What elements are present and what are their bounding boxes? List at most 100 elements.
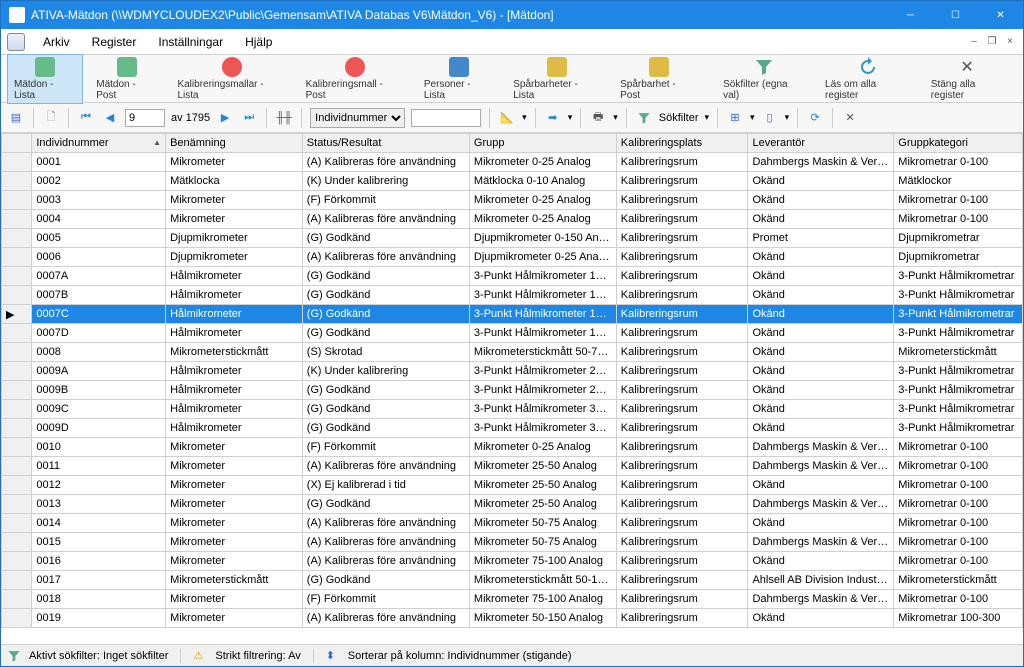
cell[interactable]: (A) Kalibreras före användning (302, 514, 469, 533)
cell[interactable]: Mikrometrar 100-300 (894, 609, 1023, 628)
cell[interactable]: 0008 (32, 343, 166, 362)
cell[interactable] (2, 533, 32, 552)
cell[interactable]: Okänd (748, 191, 894, 210)
cell[interactable]: Kalibreringsrum (616, 514, 748, 533)
cell[interactable]: 0004 (32, 210, 166, 229)
cell[interactable]: Mikrometrar 0-100 (894, 191, 1023, 210)
cell[interactable] (2, 153, 32, 172)
arrow-right-icon[interactable]: ➡ (544, 109, 562, 127)
col-header[interactable]: Grupp (469, 134, 616, 153)
table-row[interactable]: 0007BHålmikrometer(G) Godkänd3-Punkt Hål… (2, 286, 1023, 305)
cell[interactable]: Mikrometrar 0-100 (894, 457, 1023, 476)
cell[interactable] (2, 457, 32, 476)
matdon-post-button[interactable]: Mätdon - Post (89, 54, 164, 104)
cell[interactable]: Mikrometer 0-25 Analog (469, 438, 616, 457)
cell[interactable]: 0018 (32, 590, 166, 609)
cell[interactable]: Hålmikrometer (166, 286, 303, 305)
cell[interactable]: (X) Ej kalibrerad i tid (302, 476, 469, 495)
cell[interactable]: Mikrometer 75-100 Analog (469, 590, 616, 609)
cell[interactable]: (K) Under kalibrering (302, 362, 469, 381)
delete-icon[interactable]: ✕ (841, 109, 859, 127)
cell[interactable]: 0011 (32, 457, 166, 476)
cell[interactable]: Mikrometer 50-75 Analog (469, 514, 616, 533)
table-row[interactable]: 0009AHålmikrometer(K) Under kalibrering3… (2, 362, 1023, 381)
cell[interactable]: Mikrometer (166, 495, 303, 514)
cell[interactable]: Mikrometer (166, 514, 303, 533)
table-row[interactable]: ▶0007CHålmikrometer(G) Godkänd3-Punkt Hå… (2, 305, 1023, 324)
cell[interactable]: Hålmikrometer (166, 362, 303, 381)
minimize-button[interactable]: ─ (888, 1, 933, 29)
table-row[interactable]: 0008Mikrometerstickmått(S) SkrotadMikrom… (2, 343, 1023, 362)
mdi-close-icon[interactable]: × (1003, 35, 1017, 49)
cell[interactable]: Kalibreringsrum (616, 476, 748, 495)
cell[interactable]: Dahmbergs Maskin & Verktyg (748, 495, 894, 514)
cell[interactable]: Mikrometer 0-25 Analog (469, 153, 616, 172)
table-row[interactable]: 0010Mikrometer(F) FörkommitMikrometer 0-… (2, 438, 1023, 457)
cell[interactable] (2, 552, 32, 571)
cell[interactable] (2, 286, 32, 305)
cell[interactable]: 0014 (32, 514, 166, 533)
data-grid[interactable]: Individnummer▲BenämningStatus/ResultatGr… (1, 133, 1023, 644)
cell[interactable]: Djupmikrometrar (894, 248, 1023, 267)
cell[interactable]: 3-Punkt Hålmikrometrar (894, 324, 1023, 343)
cell[interactable]: 0009A (32, 362, 166, 381)
cell[interactable]: 0015 (32, 533, 166, 552)
cell[interactable]: Okänd (748, 381, 894, 400)
cell[interactable]: 3-Punkt Hålmikrometer 30-3... (469, 400, 616, 419)
cell[interactable] (2, 267, 32, 286)
cell[interactable] (2, 381, 32, 400)
cell[interactable]: Mikrometer 25-50 Analog (469, 457, 616, 476)
cell[interactable]: Mikrometrar 0-100 (894, 552, 1023, 571)
menu-hjalp[interactable]: Hjälp (241, 33, 276, 51)
cell[interactable]: 0012 (32, 476, 166, 495)
cell[interactable]: (G) Godkänd (302, 419, 469, 438)
cell[interactable]: Mätklocka 0-10 Analog (469, 172, 616, 191)
table-row[interactable]: 0007DHålmikrometer(G) Godkänd3-Punkt Hål… (2, 324, 1023, 343)
cell[interactable]: Mikrometer (166, 153, 303, 172)
cell[interactable]: Djupmikrometer (166, 229, 303, 248)
cell[interactable]: Mikrometerstickmått (166, 343, 303, 362)
cell[interactable]: Mikrometer (166, 191, 303, 210)
cell[interactable]: 0016 (32, 552, 166, 571)
cell[interactable]: Mikrometerstickmått (894, 571, 1023, 590)
cell[interactable]: Kalibreringsrum (616, 267, 748, 286)
cell[interactable]: Dahmbergs Maskin & Verktyg (748, 153, 894, 172)
sokfilter-label[interactable]: Sökfilter (659, 112, 699, 124)
cell[interactable]: (A) Kalibreras före användning (302, 248, 469, 267)
cell[interactable]: Kalibreringsrum (616, 172, 748, 191)
app-menu-icon[interactable] (7, 33, 25, 51)
kalib-lista-button[interactable]: Kalibreringsmallar - Lista (170, 54, 292, 104)
cell[interactable]: (G) Godkänd (302, 305, 469, 324)
col-header[interactable]: Benämning (166, 134, 303, 153)
table-row[interactable]: 0014Mikrometer(A) Kalibreras före använd… (2, 514, 1023, 533)
cell[interactable]: Mikrometer (166, 210, 303, 229)
cell[interactable]: Hålmikrometer (166, 324, 303, 343)
new-record-icon[interactable]: 🗋 (42, 109, 60, 127)
cell[interactable]: Mikrometer 25-50 Analog (469, 495, 616, 514)
table-row[interactable]: 0002Mätklocka(K) Under kalibreringMätklo… (2, 172, 1023, 191)
col-header[interactable]: Kalibreringsplats (616, 134, 748, 153)
cell[interactable] (2, 248, 32, 267)
cell[interactable]: Kalibreringsrum (616, 286, 748, 305)
cell[interactable] (2, 495, 32, 514)
cell[interactable] (2, 609, 32, 628)
menu-arkiv[interactable]: Arkiv (39, 33, 74, 51)
next-record-icon[interactable]: ▶ (216, 109, 234, 127)
cell[interactable]: Mikrometrar 0-100 (894, 495, 1023, 514)
cell[interactable]: 3-Punkt Hålmikrometrar (894, 286, 1023, 305)
table-row[interactable]: 0018Mikrometer(F) FörkommitMikrometer 75… (2, 590, 1023, 609)
cell[interactable]: Mikrometer (166, 552, 303, 571)
cell[interactable] (2, 476, 32, 495)
cell[interactable]: Mikrometerstickmått 50-100... (469, 571, 616, 590)
cell[interactable]: (S) Skrotad (302, 343, 469, 362)
menu-installningar[interactable]: Inställningar (154, 33, 227, 51)
cell[interactable]: 3-Punkt Hålmikrometrar (894, 419, 1023, 438)
cell[interactable] (2, 438, 32, 457)
table-row[interactable]: 0009CHålmikrometer(G) Godkänd3-Punkt Hål… (2, 400, 1023, 419)
cell[interactable] (2, 590, 32, 609)
cell[interactable]: (F) Förkommit (302, 191, 469, 210)
refresh-icon[interactable]: ⟳ (806, 109, 824, 127)
cell[interactable]: Kalibreringsrum (616, 495, 748, 514)
list-view-icon[interactable]: ▤ (7, 109, 25, 127)
cell[interactable] (2, 191, 32, 210)
